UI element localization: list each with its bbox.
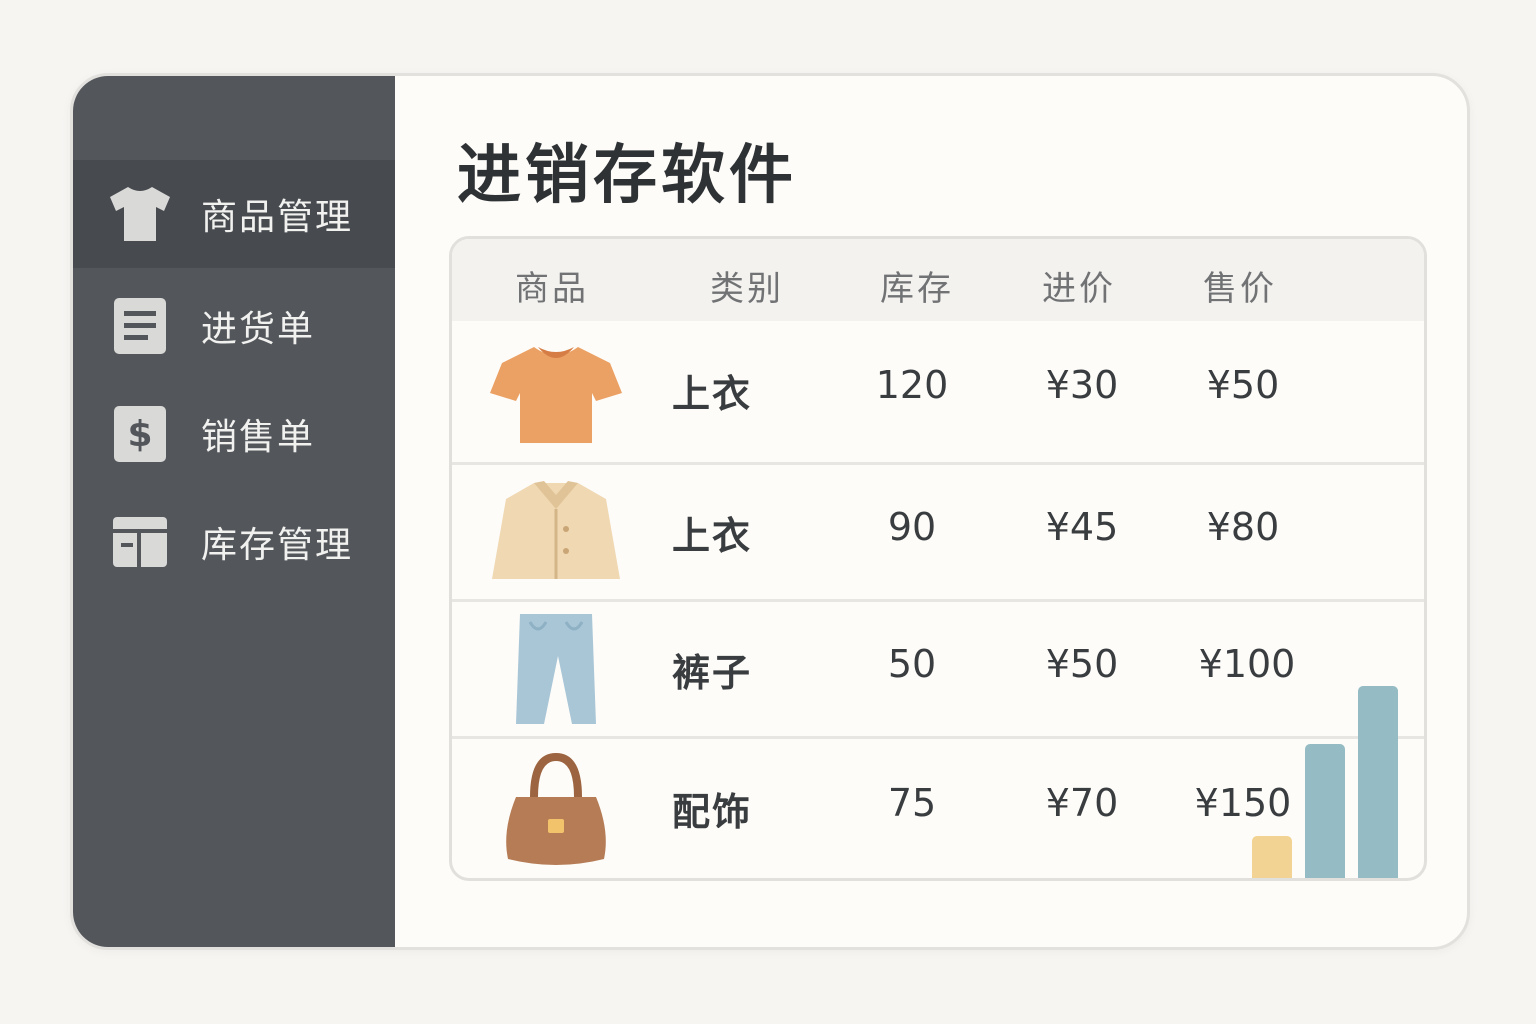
- sidebar-item-product-management[interactable]: 商品管理: [73, 160, 395, 268]
- mini-bar-chart: [1252, 686, 1402, 878]
- table-row[interactable]: 上衣 120 ¥30 ¥50: [452, 321, 1424, 462]
- beige-jacket-icon: [486, 479, 626, 589]
- sidebar-item-label: 销售单: [201, 417, 316, 458]
- column-header-cost: 进价: [1042, 269, 1116, 309]
- category-cell: 配饰: [671, 790, 752, 834]
- inventory-icon: [105, 507, 175, 577]
- column-header-price: 售价: [1203, 269, 1277, 309]
- stock-cell: 90: [887, 505, 937, 549]
- stock-cell: 75: [887, 781, 937, 825]
- table-row[interactable]: 上衣 90 ¥45 ¥80: [452, 462, 1424, 599]
- cost-cell: ¥30: [1045, 363, 1119, 407]
- category-cell: 上衣: [671, 372, 752, 416]
- price-cell: ¥100: [1198, 642, 1296, 686]
- cost-cell: ¥45: [1045, 505, 1119, 549]
- sidebar: 商品管理 进货单 $ 销售单 库存管理: [73, 76, 395, 947]
- dollar-icon: $: [105, 399, 175, 469]
- stock-cell: 120: [875, 363, 949, 407]
- sidebar-item-label: 商品管理: [201, 197, 354, 238]
- sidebar-item-inventory[interactable]: 库存管理: [73, 488, 395, 596]
- tshirt-icon: [105, 179, 175, 249]
- sidebar-item-purchase-order[interactable]: 进货单: [73, 272, 395, 380]
- svg-text:$: $: [127, 414, 152, 455]
- table-header: 商品 类别 库存 进价 售价: [452, 239, 1424, 321]
- column-header-product: 商品: [515, 269, 589, 309]
- column-header-stock: 库存: [880, 269, 954, 309]
- mini-chart-bar: [1358, 686, 1398, 878]
- orange-tshirt-icon: [486, 341, 626, 451]
- price-cell: ¥80: [1206, 505, 1280, 549]
- mini-chart-bar: [1305, 744, 1345, 878]
- brown-handbag-icon: [486, 751, 626, 865]
- cost-cell: ¥50: [1045, 642, 1119, 686]
- app-window: 商品管理 进货单 $ 销售单 库存管理 进销存软件 商品 类别 库存 进价 售价…: [70, 73, 1470, 950]
- category-cell: 裤子: [671, 651, 752, 695]
- sidebar-item-sales-order[interactable]: $ 销售单: [73, 380, 395, 488]
- price-cell: ¥50: [1206, 363, 1280, 407]
- blue-jeans-icon: [486, 614, 626, 724]
- mini-chart-bar: [1252, 836, 1292, 878]
- sidebar-item-label: 进货单: [201, 309, 316, 350]
- category-cell: 上衣: [671, 514, 752, 558]
- column-header-category: 类别: [710, 269, 784, 309]
- sidebar-item-label: 库存管理: [201, 525, 354, 566]
- cost-cell: ¥70: [1045, 781, 1119, 825]
- stock-cell: 50: [887, 642, 937, 686]
- document-icon: [105, 291, 175, 361]
- page-title: 进销存软件: [457, 139, 797, 213]
- product-table: 商品 类别 库存 进价 售价 上衣 120 ¥30 ¥50 上衣 90 ¥45 …: [449, 236, 1427, 881]
